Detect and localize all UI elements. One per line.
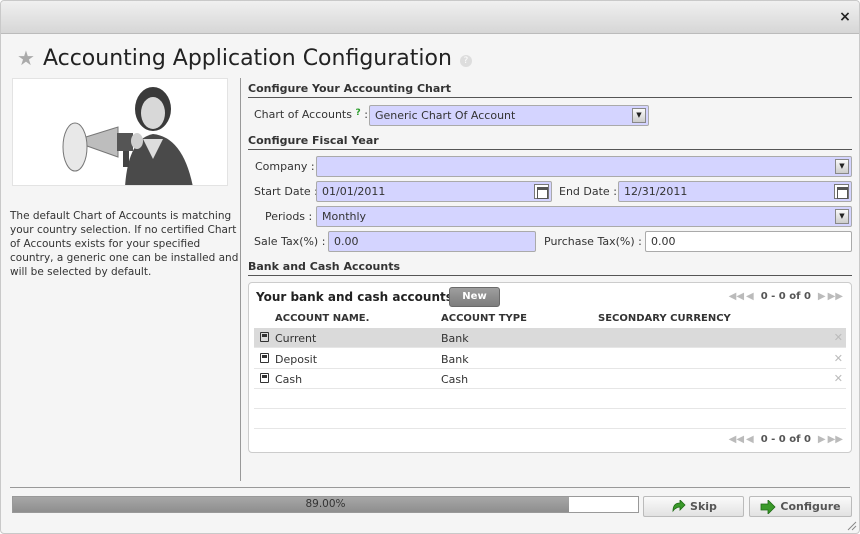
bank-accounts-panel: Your bank and cash accounts New ◀◀ ◀ 0 -… [248, 282, 852, 453]
prev-page-icon[interactable]: ◀ [746, 434, 754, 445]
start-date-label: Start Date : [254, 185, 318, 198]
delete-icon[interactable]: ✕ [834, 331, 843, 344]
end-date-value: 12/31/2011 [624, 185, 688, 198]
skip-arrow-icon [670, 498, 686, 514]
pager-count: 0 - 0 of 0 [760, 434, 811, 445]
configure-label: Configure [780, 500, 841, 513]
close-icon[interactable]: × [839, 10, 851, 24]
company-select[interactable]: ▼ [316, 156, 852, 177]
help-description: The default Chart of Accounts is matchin… [10, 210, 239, 278]
save-icon[interactable] [260, 353, 269, 363]
account-type: Cash [441, 373, 469, 386]
section-fiscal-title: Configure Fiscal Year [248, 134, 852, 150]
periods-select[interactable]: Monthly ▼ [316, 206, 852, 227]
start-date-input[interactable]: 01/01/2011 [316, 181, 552, 202]
empty-row [254, 409, 846, 429]
start-date-value: 01/01/2011 [322, 185, 386, 198]
account-name: Cash [275, 373, 303, 386]
sale-tax-input[interactable]: 0.00 [328, 231, 536, 252]
skip-label: Skip [690, 500, 717, 513]
account-name: Current [275, 332, 317, 345]
chevron-down-icon[interactable]: ▼ [632, 108, 646, 123]
next-page-icon[interactable]: ▶ [818, 434, 826, 445]
configure-button[interactable]: Configure [749, 496, 852, 517]
config-dialog: × ★ Accounting Application Configuration… [0, 0, 860, 534]
company-label: Company : [255, 160, 315, 173]
progress-text: 89.00% [305, 498, 346, 510]
new-button[interactable]: New [449, 287, 500, 307]
delete-icon[interactable]: ✕ [834, 352, 843, 365]
bank-panel-title: Your bank and cash accounts [256, 290, 453, 304]
section-bank-title: Bank and Cash Accounts [248, 260, 852, 276]
first-page-icon[interactable]: ◀◀ [729, 291, 744, 302]
periods-label: Periods : [265, 210, 313, 223]
table-row[interactable]: Current Bank ✕ [254, 328, 846, 348]
pager-top: ◀◀ ◀ 0 - 0 of 0 ▶ ▶▶ [728, 291, 844, 302]
calendar-icon[interactable] [534, 184, 549, 199]
save-icon[interactable] [260, 332, 269, 342]
periods-value: Monthly [322, 210, 367, 223]
account-type: Bank [441, 353, 469, 366]
skip-button[interactable]: Skip [643, 496, 744, 517]
pager-bottom: ◀◀ ◀ 0 - 0 of 0 ▶ ▶▶ [728, 434, 844, 445]
purchase-tax-input[interactable]: 0.00 [645, 231, 852, 252]
account-type: Bank [441, 332, 469, 345]
left-pane: The default Chart of Accounts is matchin… [10, 78, 240, 278]
dialog-titlebar[interactable]: × [1, 1, 859, 34]
chart-label-text: Chart of Accounts [254, 108, 352, 121]
chevron-down-icon[interactable]: ▼ [835, 159, 849, 174]
vertical-divider [240, 78, 241, 481]
help-icon[interactable]: ? [459, 55, 472, 67]
table-row[interactable]: Deposit Bank ✕ [254, 349, 846, 369]
empty-row [254, 389, 846, 409]
megaphone-photo [12, 78, 228, 186]
chart-help-icon[interactable]: ? [355, 108, 360, 118]
star-icon[interactable]: ★ [17, 48, 35, 68]
footer-divider [10, 487, 850, 488]
save-icon[interactable] [260, 373, 269, 383]
first-page-icon[interactable]: ◀◀ [729, 434, 744, 445]
section-chart-title: Configure Your Accounting Chart [248, 82, 852, 98]
purchase-tax-label: Purchase Tax(%) : [544, 235, 642, 248]
column-header-currency[interactable]: SECONDARY CURRENCY [598, 313, 731, 324]
calendar-icon[interactable] [834, 184, 849, 199]
chart-label-colon: : [364, 108, 368, 121]
end-date-label: End Date : [559, 185, 617, 198]
sale-tax-label: Sale Tax(%) : [254, 235, 326, 248]
chart-of-accounts-select[interactable]: Generic Chart Of Account ▼ [369, 105, 649, 126]
chevron-down-icon[interactable]: ▼ [835, 209, 849, 224]
column-header-type[interactable]: ACCOUNT TYPE [441, 313, 527, 324]
end-date-input[interactable]: 12/31/2011 [618, 181, 852, 202]
page-heading: ★ Accounting Application Configuration ? [17, 43, 472, 73]
account-name: Deposit [275, 353, 318, 366]
pager-count: 0 - 0 of 0 [760, 291, 811, 302]
table-row[interactable]: Cash Cash ✕ [254, 369, 846, 389]
chart-of-accounts-value: Generic Chart Of Account [375, 109, 516, 122]
page-title: Accounting Application Configuration [42, 45, 452, 71]
delete-icon[interactable]: ✕ [834, 372, 843, 385]
progress-bar: 89.00% [12, 496, 639, 513]
last-page-icon[interactable]: ▶▶ [828, 291, 843, 302]
resize-grip-icon[interactable] [847, 521, 857, 531]
configure-arrow-icon [760, 498, 776, 515]
prev-page-icon[interactable]: ◀ [746, 291, 754, 302]
next-page-icon[interactable]: ▶ [818, 291, 826, 302]
chart-of-accounts-label: Chart of Accounts ? : [254, 108, 368, 121]
column-header-name[interactable]: ACCOUNT NAME. [275, 313, 369, 324]
last-page-icon[interactable]: ▶▶ [828, 434, 843, 445]
